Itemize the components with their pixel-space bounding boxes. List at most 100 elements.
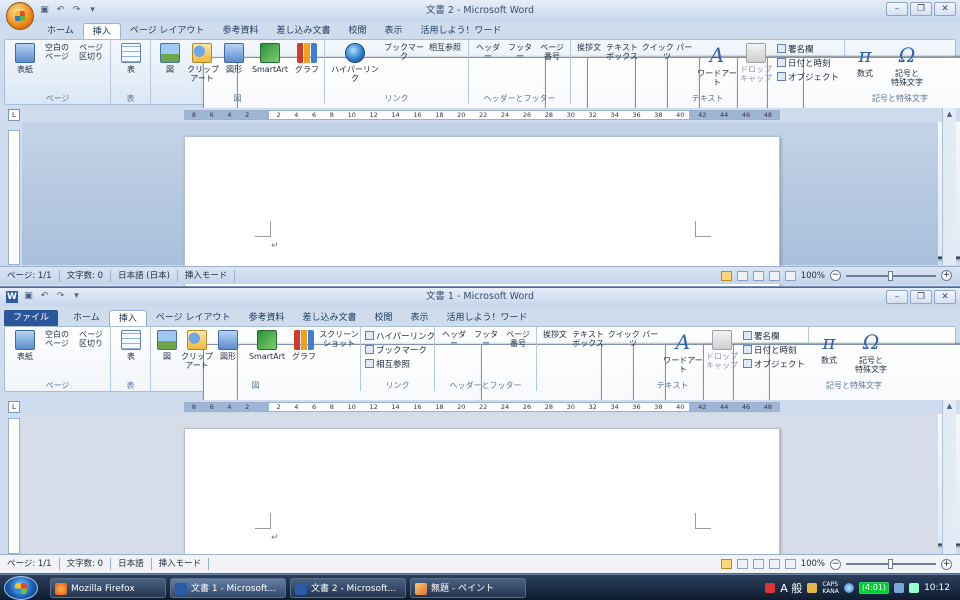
vertical-ruler[interactable] [8,418,20,554]
status-mode[interactable]: 挿入モード [152,558,210,570]
save-icon[interactable]: ▣ [38,4,51,16]
smartart-button[interactable]: SmartArt [251,43,289,74]
minimize-button[interactable]: – [886,2,908,16]
shapes-button[interactable]: 図形 [221,43,247,74]
close-button[interactable]: ✕ [934,2,956,16]
title-bar[interactable]: 文書 2 - Microsoft Word [0,0,960,22]
zoom-slider[interactable] [846,559,936,569]
tab-mailings[interactable]: 差し込み文書 [267,23,339,39]
tab-references[interactable]: 参考資料 [213,23,267,39]
tab-page-layout[interactable]: ページ レイアウト [147,310,240,326]
tab-view[interactable]: 表示 [402,310,438,326]
status-mode[interactable]: 挿入モード [178,269,236,282]
clipart-button[interactable]: クリップ アート [187,43,219,83]
close-button[interactable]: ✕ [934,290,956,304]
volume-icon[interactable] [894,583,905,593]
taskbar-item-paint[interactable]: 無題 - ペイント [410,578,526,598]
object-button[interactable]: オブジェクト [743,359,805,371]
crossref-button[interactable]: 相互参照 [425,43,960,257]
cover-page-button[interactable]: 表紙 [11,330,39,361]
status-words[interactable]: 文字数: 0 [60,558,112,570]
screenshot-button[interactable]: スクリーン ショット [319,330,960,544]
zoom-in-icon[interactable]: + [941,558,952,570]
tab-selector[interactable]: L [8,401,20,413]
scroll-up-icon[interactable]: ▲ [943,108,956,120]
zoom-level[interactable]: 100% [801,559,825,569]
tab-home[interactable]: ホーム [38,23,83,39]
taskbar-item-word-1[interactable]: 文書 1 - Microsoft... [170,578,286,598]
undo-icon[interactable]: ↶ [54,4,67,16]
tab-page-layout[interactable]: ページ レイアウト [121,23,214,39]
vertical-scrollbar[interactable]: ▲ [942,400,956,554]
status-language[interactable]: 日本語 (日本) [111,269,178,282]
clipart-button[interactable]: クリップ アート [181,330,213,370]
chart-button[interactable]: グラフ [291,330,317,361]
zoom-out-icon[interactable]: − [830,558,841,570]
tab-insert[interactable]: 挿入 [108,310,147,326]
picture-button[interactable]: 図 [155,330,179,361]
outline-icon[interactable] [768,270,780,281]
save-icon[interactable]: ▣ [22,290,35,302]
word-app-icon[interactable]: W [6,291,18,303]
equation-button[interactable]: π 数式 [815,330,843,365]
minimize-button[interactable]: – [886,290,908,304]
table-button[interactable]: 表 [117,43,145,74]
ime-bar-icon[interactable] [765,583,776,593]
picture-button[interactable]: 図 [157,43,183,74]
page-number-button[interactable]: ページ 番号 [537,43,960,257]
blank-page-button[interactable]: 空白の ページ [41,330,799,544]
zoom-thumb[interactable] [888,270,893,281]
web-layout-icon[interactable] [752,270,764,281]
tab-references[interactable]: 参考資料 [239,310,293,326]
status-page[interactable]: ページ: 1/1 [0,269,60,282]
chart-button[interactable]: グラフ [293,43,321,74]
footer-button[interactable]: フッター [471,330,960,544]
status-words[interactable]: 文字数: 0 [60,269,112,282]
crossref-button[interactable]: 相互参照 [365,359,410,371]
redo-icon[interactable]: ↷ [54,290,67,302]
textbox-button[interactable]: テキスト ボックス [605,43,960,257]
power-icon[interactable] [909,583,920,593]
zoom-in-icon[interactable]: + [941,270,952,281]
quickparts-button[interactable]: クイック パーツ [607,330,960,544]
document-page[interactable]: ↵ [184,428,780,573]
cover-page-button[interactable]: 表紙 [11,43,39,74]
dropcap-button[interactable]: ドロップ キャップ [739,43,773,83]
tab-addin[interactable]: 活用しよう！ワード [438,310,537,326]
outline-icon[interactable] [768,559,780,569]
web-layout-icon[interactable] [752,559,764,569]
smartart-button[interactable]: SmartArt [245,330,289,361]
wordart-button[interactable]: A ワードアート [695,43,739,87]
tab-home[interactable]: ホーム [64,310,109,326]
tab-mailings[interactable]: 差し込み文書 [293,310,365,326]
undo-icon[interactable]: ↶ [38,290,51,302]
page-break-button[interactable]: ページ 区切り [75,330,833,544]
network-icon[interactable] [843,583,854,593]
datetime-button[interactable]: 日付と時刻 [777,58,831,70]
hyperlink-button[interactable]: ハイパーリンク [365,331,435,343]
start-button[interactable] [4,576,38,600]
draft-icon[interactable] [784,559,796,569]
signature-line-button[interactable]: 署名欄 [777,44,814,56]
customize-qat-icon[interactable]: ▾ [70,290,83,302]
fullscreen-reading-icon[interactable] [736,270,748,281]
redo-icon[interactable]: ↷ [70,4,83,16]
tab-view[interactable]: 表示 [375,23,411,39]
wordart-button[interactable]: A ワードアート [661,330,705,374]
bookmark-button[interactable]: ブックマーク [365,345,427,357]
object-button[interactable]: オブジェクト [777,72,839,84]
page-number-button[interactable]: ページ 番号 [503,330,960,544]
symbol-button[interactable]: Ω 記号と 特殊文字 [885,43,929,87]
restore-button[interactable]: ❐ [910,290,932,304]
print-layout-icon[interactable] [720,559,732,569]
dropcap-button[interactable]: ドロップ キャップ [705,330,739,370]
tab-addin[interactable]: 活用しよう！ワード [412,23,511,39]
zoom-slider[interactable] [846,270,936,281]
bookmark-button[interactable]: ブックマーク [383,43,960,257]
taskbar-item-word-2[interactable]: 文書 2 - Microsoft... [290,578,406,598]
header-button[interactable]: ヘッダー [473,43,960,257]
tab-review[interactable]: 校閲 [365,310,401,326]
title-bar[interactable]: 文書 1 - Microsoft Word [0,288,960,306]
greeting-button[interactable]: 挨拶文 [541,330,960,544]
customize-qat-icon[interactable]: ▾ [86,4,99,16]
